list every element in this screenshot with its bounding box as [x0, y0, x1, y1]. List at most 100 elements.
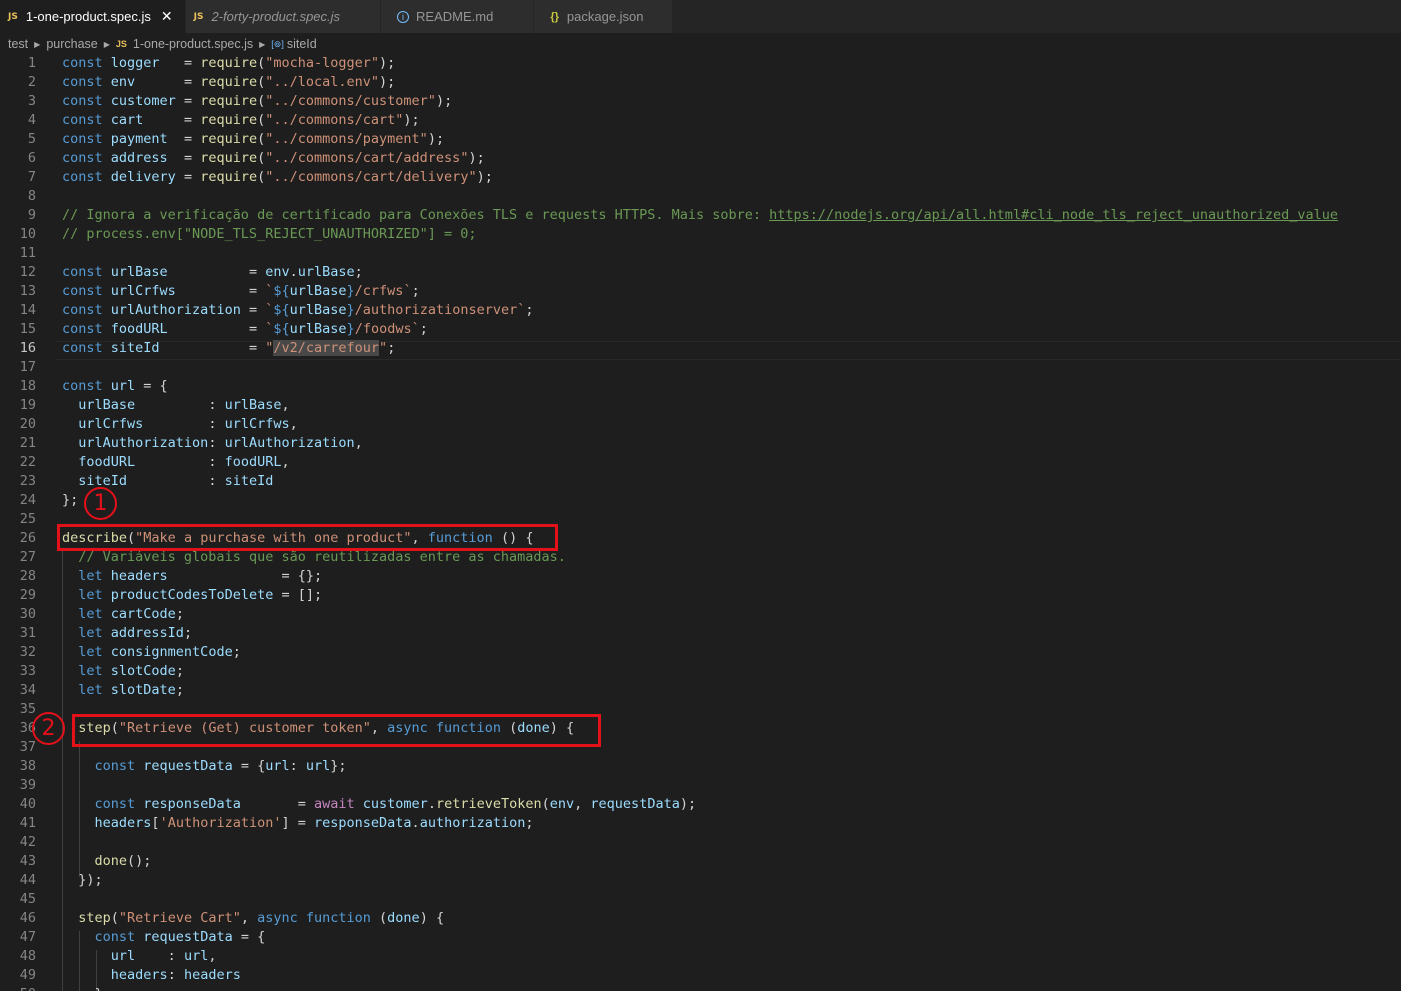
code-text[interactable]: }; [62, 985, 111, 991]
code-token: ; [411, 283, 420, 299]
code-line[interactable]: 4 const cart = require("../commons/cart")… [0, 111, 1401, 130]
code-line[interactable]: 15 const foodURL = `${urlBase}/foodws`; [0, 320, 1401, 339]
code-text[interactable]: const requestData = {url: url}; [62, 757, 347, 776]
annotation-badge-1: 1 [84, 487, 117, 520]
code-line[interactable]: 44 }); [0, 871, 1401, 890]
code-text[interactable]: const urlAuthorization = `${urlBase}/aut… [62, 301, 534, 320]
code-text[interactable]: let cartCode; [62, 605, 184, 624]
code-text[interactable]: urlAuthorization: urlAuthorization, [62, 434, 363, 453]
code-line[interactable]: 21 urlAuthorization: urlAuthorization, [0, 434, 1401, 453]
code-text[interactable]: const responseData = await customer.retr… [62, 795, 697, 814]
code-line[interactable]: 34 let slotDate; [0, 681, 1401, 700]
code-line[interactable]: 10 // process.env["NODE_TLS_REJECT_UNAUTH… [0, 225, 1401, 244]
code-token: urlBase [110, 264, 168, 280]
code-token: ( [110, 910, 119, 926]
code-line[interactable]: 6 const address = require("../commons/car… [0, 149, 1401, 168]
code-text[interactable]: const requestData = { [62, 928, 266, 947]
code-text[interactable]: // Ignora a verificação de certificado p… [62, 206, 1338, 225]
breadcrumb-file[interactable]: 1-one-product.spec.js [133, 37, 253, 51]
code-line[interactable]: 23 siteId : siteId [0, 472, 1401, 491]
code-line[interactable]: 32 let consignmentCode; [0, 643, 1401, 662]
breadcrumb-symbol[interactable]: siteId [287, 37, 317, 51]
code-text[interactable]: const delivery = require("../commons/car… [62, 168, 493, 187]
code-line[interactable]: 7 const delivery = require("../commons/ca… [0, 168, 1401, 187]
code-text[interactable]: const address = require("../commons/cart… [62, 149, 485, 168]
code-line[interactable]: 22 foodURL : foodURL, [0, 453, 1401, 472]
code-text[interactable]: urlBase : urlBase, [62, 396, 289, 415]
code-line[interactable]: 24}; [0, 491, 1401, 510]
breadcrumb-folder-purchase[interactable]: purchase [46, 37, 97, 51]
tab-1-one-product[interactable]: JS 1-one-product.spec.js ✕ [0, 0, 186, 33]
code-line[interactable]: 40 const responseData = await customer.r… [0, 795, 1401, 814]
code-text[interactable]: }); [62, 871, 102, 890]
code-text[interactable]: let slotDate; [62, 681, 184, 700]
code-text[interactable]: let consignmentCode; [62, 643, 241, 662]
line-number: 43 [19, 853, 36, 869]
code-text[interactable]: headers: headers [62, 966, 241, 985]
code-token: = { [232, 929, 266, 945]
close-icon[interactable]: ✕ [161, 8, 173, 25]
code-text[interactable]: url : url, [62, 947, 217, 966]
code-line[interactable]: 11 [0, 244, 1401, 263]
code-line[interactable]: 42 [0, 833, 1401, 852]
code-line[interactable]: 46 step("Retrieve Cart", async function … [0, 909, 1401, 928]
code-line[interactable]: 18 const url = { [0, 377, 1401, 396]
code-line[interactable]: 20 urlCrfws : urlCrfws, [0, 415, 1401, 434]
tab-package-json[interactable]: {} package.json [534, 0, 673, 33]
code-text[interactable]: // process.env["NODE_TLS_REJECT_UNAUTHOR… [62, 225, 477, 244]
breadcrumb-folder-test[interactable]: test [8, 37, 28, 51]
code-text[interactable]: let productCodesToDelete = []; [62, 586, 322, 605]
code-line[interactable]: 13 const urlCrfws = `${urlBase}/crfws`; [0, 282, 1401, 301]
code-line[interactable]: 43 done(); [0, 852, 1401, 871]
code-text[interactable]: const siteId = "/v2/carrefour"; [62, 339, 395, 358]
code-text[interactable]: const customer = require("../commons/cus… [62, 92, 452, 111]
code-text[interactable]: const logger = require("mocha-logger"); [62, 54, 403, 73]
code-text[interactable]: const url = { [62, 377, 168, 396]
code-line[interactable]: 48 url : url, [0, 947, 1401, 966]
code-text[interactable]: let slotCode; [62, 662, 184, 681]
code-text[interactable]: let addressId; [62, 624, 192, 643]
code-line[interactable]: 29 let productCodesToDelete = []; [0, 586, 1401, 605]
code-text[interactable]: foodURL : foodURL, [62, 453, 289, 472]
code-editor[interactable]: 1 const logger = require("mocha-logger");… [0, 54, 1401, 991]
annotation-box-step [72, 714, 601, 747]
code-text[interactable]: }; [62, 491, 78, 510]
code-line[interactable]: 14 const urlAuthorization = `${urlBase}/a… [0, 301, 1401, 320]
code-text[interactable]: done(); [62, 852, 152, 871]
code-text[interactable]: const urlCrfws = `${urlBase}/crfws`; [62, 282, 420, 301]
code-text[interactable]: urlCrfws : urlCrfws, [62, 415, 297, 434]
code-line[interactable]: 1 const logger = require("mocha-logger"); [0, 54, 1401, 73]
code-line[interactable]: 39 [0, 776, 1401, 795]
code-line[interactable]: 12 const urlBase = env.urlBase; [0, 263, 1401, 282]
code-line[interactable]: 50 }; [0, 985, 1401, 991]
code-text[interactable]: let headers = {}; [62, 567, 322, 586]
code-line[interactable]: 5 const payment = require("../commons/pay… [0, 130, 1401, 149]
code-text[interactable]: const urlBase = env.urlBase; [62, 263, 363, 282]
code-line[interactable]: 41 headers['Authorization'] = responseDa… [0, 814, 1401, 833]
tab-readme[interactable]: i README.md [381, 0, 535, 33]
line-number: 7 [27, 169, 36, 185]
code-text[interactable]: const env = require("../local.env"); [62, 73, 395, 92]
code-line[interactable]: 49 headers: headers [0, 966, 1401, 985]
code-text[interactable]: headers['Authorization'] = responseData.… [62, 814, 534, 833]
code-line[interactable]: 33 let slotCode; [0, 662, 1401, 681]
code-text[interactable]: const foodURL = `${urlBase}/foodws`; [62, 320, 428, 339]
code-line[interactable]: 28 let headers = {}; [0, 567, 1401, 586]
code-line[interactable]: 45 [0, 890, 1401, 909]
code-line[interactable]: 17 [0, 358, 1401, 377]
code-line[interactable]: 2 const env = require("../local.env"); [0, 73, 1401, 92]
code-line[interactable]: 19 urlBase : urlBase, [0, 396, 1401, 415]
code-line[interactable]: 16 const siteId = "/v2/carrefour"; [0, 339, 1401, 358]
tab-2-forty-product[interactable]: JS 2-forty-product.spec.js [185, 0, 382, 33]
code-text[interactable]: const payment = require("../commons/paym… [62, 130, 444, 149]
code-line[interactable]: 38 const requestData = {url: url}; [0, 757, 1401, 776]
code-text[interactable]: const cart = require("../commons/cart"); [62, 111, 420, 130]
code-line[interactable]: 30 let cartCode; [0, 605, 1401, 624]
code-line[interactable]: 3 const customer = require("../commons/cu… [0, 92, 1401, 111]
code-line[interactable]: 8 [0, 187, 1401, 206]
code-line[interactable]: 9 // Ignora a verificação de certificado … [0, 206, 1401, 225]
code-text[interactable]: step("Retrieve Cart", async function (do… [62, 909, 444, 928]
code-line[interactable]: 31 let addressId; [0, 624, 1401, 643]
code-line[interactable]: 47 const requestData = { [0, 928, 1401, 947]
